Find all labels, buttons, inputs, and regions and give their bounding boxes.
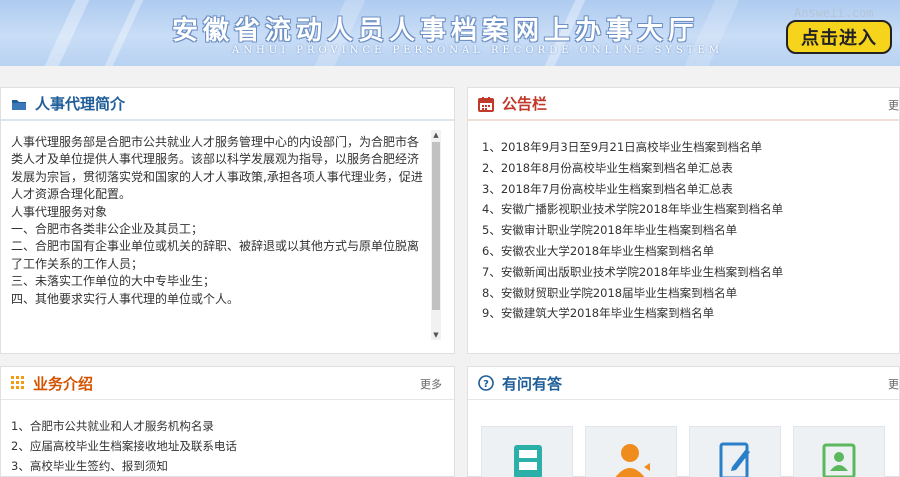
svg-text:?: ? [483,379,489,390]
grid-icon [11,376,25,390]
intro-line: 人事代理服务部是合肥市公共就业人才服务管理中心的内设部门，为合肥市各 [11,135,420,149]
site-subtitle: ANHUI PROVINCE PERSONAL RECORDE ONLINE S… [232,45,723,56]
business-item[interactable]: 2、应届高校毕业生档案接收地址及联系电话 [11,436,237,456]
intro-line: 一、合肥市各类非公企业及其员工； [11,222,204,237]
intro-line: 二、合肥市国有企事业单位或机关的辞职、被辞退或以其他方式与原单位脱离 [11,239,420,254]
business-item[interactable]: 1、合肥市公共就业和人才服务机构名录 [11,416,237,436]
notice-item[interactable]: 1、2018年9月3日至9月21日高校毕业生档案到档名单 [482,137,783,158]
faq-header: ? 有问有答 更 [468,367,899,400]
faq-card-edit[interactable] [689,426,781,477]
scroll-up-icon[interactable]: ▲ [432,131,440,139]
intro-line: 人才资源合理化配置。 [11,187,132,202]
business-item[interactable]: 3、高校毕业生签约、报到须知 [11,456,237,476]
intro-line: 人事代理服务对象 [11,204,108,219]
folder-icon [11,97,27,111]
edit-icon [718,441,754,477]
scrollbar-thumb[interactable] [432,142,440,310]
intro-line: 四、其他要求实行人事代理的单位或个人。 [11,291,240,306]
intro-header: 人事代理简介 [1,88,454,121]
notice-item[interactable]: 3、2018年7月份高校毕业生档案到档名单汇总表 [482,179,783,200]
business-title: 业务介绍 [33,374,94,393]
faq-title: 有问有答 [502,374,563,393]
intro-line: 发展为宗旨，贯彻落实党和国家的人才人事政策,承担各项人事代理业务，促进 [11,169,423,184]
intro-title: 人事代理简介 [35,95,126,113]
enter-button[interactable]: 点击进入 [786,20,892,54]
intro-line: 类人才及单位提供人事代理服务。该部以科学发展观为指导，以服务合肥经济 [11,152,420,167]
business-panel: 业务介绍 更多 1、合肥市公共就业和人才服务机构名录 2、应届高校毕业生档案接收… [0,366,455,477]
notice-title: 公告栏 [502,95,548,113]
notice-item[interactable]: 9、安徽建筑大学2018年毕业生档案到档名单 [482,303,783,324]
calendar-icon [478,96,494,112]
cabinet-icon [510,445,546,477]
notice-header: 公告栏 更 [468,88,899,121]
intro-text: 人事代理服务部是合肥市公共就业人才服务管理中心的内设部门，为合肥市各 类人才及单… [11,134,429,338]
notice-item[interactable]: 4、安徽广播影视职业技术学院2018年毕业生档案到档名单 [482,199,783,220]
site-title: 安徽省流动人员人事档案网上办事大厅 [172,16,700,46]
notice-item[interactable]: 5、安徽审计职业学院2018年毕业生档案到档名单 [482,220,783,241]
business-header: 业务介绍 更多 [1,367,454,400]
intro-panel: 人事代理简介 人事代理服务部是合肥市公共就业人才服务管理中心的内设部门，为合肥市… [0,87,455,354]
faq-card-cabinet[interactable] [481,426,573,477]
notice-more-link[interactable]: 更 [888,97,899,113]
scroll-down-icon[interactable]: ▼ [432,331,440,339]
business-list: 1、合肥市公共就业和人才服务机构名录 2、应届高校毕业生档案接收地址及联系电话 … [11,416,237,476]
faq-more-link[interactable]: 更 [888,376,899,392]
watermark: Answeii.com [794,6,874,20]
faq-card-id[interactable] [793,426,885,477]
notice-item[interactable]: 8、安徽财贸职业学院2018届毕业生档案到档名单 [482,283,783,304]
notice-list: 1、2018年9月3日至9月21日高校毕业生档案到档名单 2、2018年8月份高… [482,137,783,324]
notice-panel: 公告栏 更 1、2018年9月3日至9月21日高校毕业生档案到档名单 2、201… [467,87,900,354]
intro-scrollbar[interactable]: ▲ ▼ [431,130,441,340]
intro-line: 了工作关系的工作人员； [11,256,144,271]
faq-card-person[interactable] [585,426,677,477]
header-banner: 安徽省流动人员人事档案网上办事大厅 ANHUI PROVINCE PERSONA… [0,0,900,66]
notice-item[interactable]: 2、2018年8月份高校毕业生档案到档名单汇总表 [482,158,783,179]
notice-item[interactable]: 7、安徽新闻出版职业技术学院2018年毕业生档案到档名单 [482,262,783,283]
id-card-icon [822,443,858,477]
notice-item[interactable]: 6、安徽农业大学2018年毕业生档案到档名单 [482,241,783,262]
person-icon [610,441,654,477]
question-icon: ? [478,375,494,391]
business-more-link[interactable]: 更多 [420,376,442,392]
faq-panel: ? 有问有答 更 [467,366,900,477]
intro-line: 三、未落实工作单位的大中专毕业生； [11,274,216,289]
